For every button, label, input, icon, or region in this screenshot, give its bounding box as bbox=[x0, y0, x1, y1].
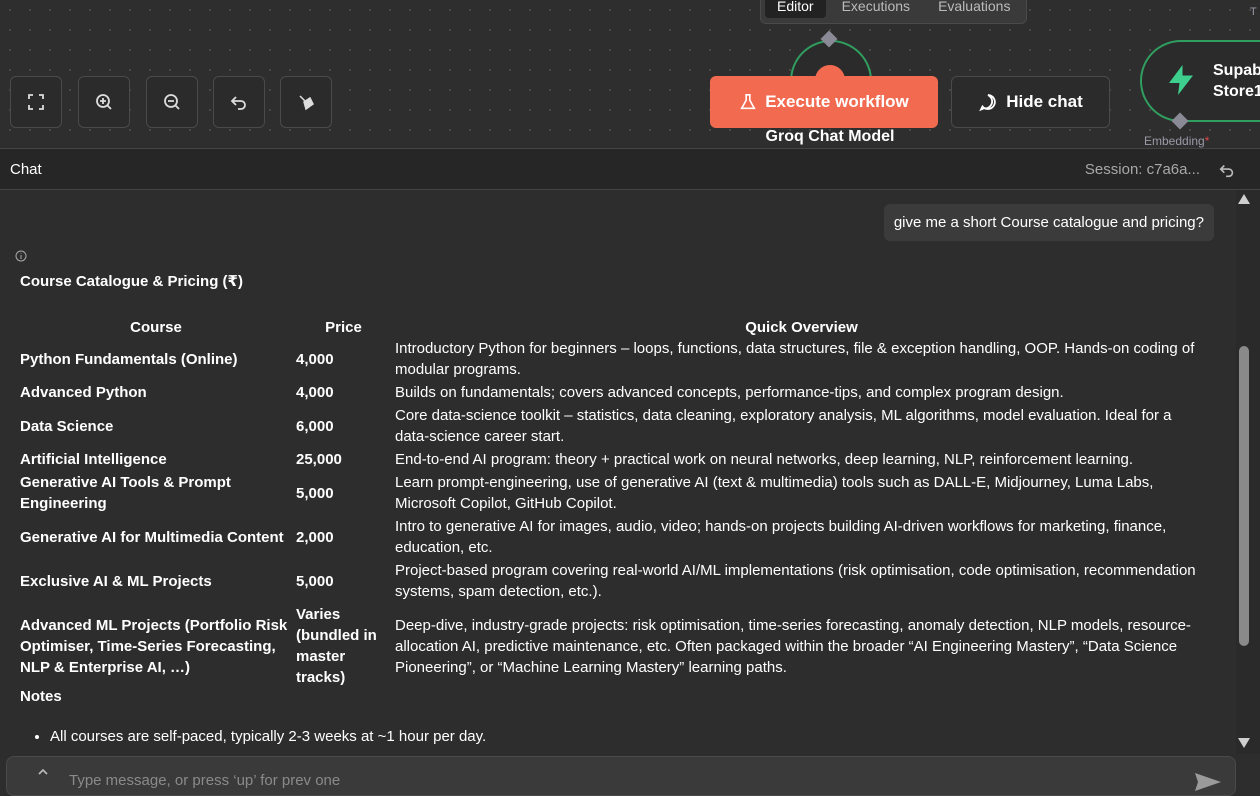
supabase-node-label-line1: Supab bbox=[1213, 62, 1260, 79]
list-item: All courses are self-paced, typically 2-… bbox=[50, 728, 486, 745]
undo-icon bbox=[230, 96, 246, 110]
hide-chat-label: Hide chat bbox=[1006, 92, 1083, 111]
required-marker: * bbox=[1204, 134, 1210, 148]
notes-list: All courses are self-paced, typically 2-… bbox=[20, 728, 486, 745]
node-label: Groq Chat Model bbox=[765, 128, 895, 145]
clean-up-icon bbox=[299, 95, 314, 111]
column-header-overview: Quick Overview bbox=[745, 319, 858, 336]
course-name: Data Science bbox=[20, 417, 114, 435]
session-id: Session: c7a6a... bbox=[1084, 161, 1200, 178]
reset-icon[interactable] bbox=[1218, 161, 1236, 179]
course-overview: Core data-science toolkit – statistics, … bbox=[395, 407, 1172, 445]
info-icon[interactable] bbox=[15, 250, 27, 262]
scroll-down-arrow[interactable] bbox=[1238, 738, 1250, 748]
course-price: 4,000 bbox=[296, 350, 334, 368]
course-table: Course Price Quick Overview Python Funda… bbox=[18, 318, 1210, 689]
table-row: Python Fundamentals (Online) 4,000 Intro… bbox=[18, 337, 1210, 381]
send-icon[interactable] bbox=[1193, 771, 1223, 793]
clean-up-button[interactable] bbox=[280, 76, 332, 128]
execute-workflow-label: Execute workflow bbox=[765, 92, 909, 111]
tab-editor[interactable]: Editor bbox=[765, 0, 826, 18]
course-price: 2,000 bbox=[296, 528, 334, 546]
offscreen-node-label: T bbox=[1250, 6, 1257, 18]
course-name: Python Fundamentals (Online) bbox=[20, 350, 238, 368]
column-header-price: Price bbox=[325, 319, 362, 336]
course-name: Generative AI for Multimedia Content bbox=[20, 528, 284, 546]
course-price: Varies (bundled in master tracks) bbox=[296, 606, 377, 686]
fit-view-icon bbox=[28, 94, 44, 110]
course-overview: End-to-end AI program: theory + practica… bbox=[395, 451, 1134, 468]
table-row: Advanced ML Projects (Portfolio Risk Opt… bbox=[18, 603, 1210, 689]
tab-evaluations[interactable]: Evaluations bbox=[926, 0, 1022, 18]
supabase-bolt-icon bbox=[1169, 65, 1193, 95]
supabase-node-label-line2: Store1 bbox=[1213, 83, 1260, 100]
workflow-canvas[interactable]: Editor Executions Evaluations Groq Chat … bbox=[0, 0, 1260, 148]
chat-input-bar bbox=[6, 756, 1236, 796]
hide-chat-button[interactable]: Hide chat bbox=[951, 76, 1110, 128]
course-name: Generative AI Tools & Prompt Engineering bbox=[20, 474, 231, 512]
undo-button[interactable] bbox=[213, 76, 265, 128]
chat-title: Chat bbox=[10, 161, 42, 178]
embedding-label-text: Embedding bbox=[1144, 134, 1205, 148]
zoom-out-button[interactable] bbox=[146, 76, 198, 128]
scrollbar-thumb[interactable] bbox=[1239, 346, 1249, 646]
zoom-in-button[interactable] bbox=[78, 76, 130, 128]
course-price: 5,000 bbox=[296, 572, 334, 590]
table-header-row: Course Price Quick Overview bbox=[18, 318, 1210, 337]
chat-messages[interactable]: give me a short Course catalogue and pri… bbox=[0, 190, 1236, 754]
zoom-in-icon bbox=[96, 94, 112, 110]
chat-header: Chat Session: c7a6a... bbox=[0, 148, 1260, 190]
table-row: Data Science 6,000 Core data-science too… bbox=[18, 404, 1210, 448]
course-price: 5,000 bbox=[296, 484, 334, 502]
course-name: Artificial Intelligence bbox=[20, 451, 167, 468]
embedding-label: Embedding* bbox=[1144, 134, 1209, 148]
table-row: Advanced Python 4,000 Builds on fundamen… bbox=[18, 381, 1210, 404]
fit-view-button[interactable] bbox=[10, 76, 62, 128]
user-message: give me a short Course catalogue and pri… bbox=[883, 204, 1214, 241]
course-overview: Learn prompt-engineering, use of generat… bbox=[395, 474, 1154, 512]
course-overview: Introductory Python for beginners – loop… bbox=[395, 340, 1195, 378]
view-tabs: Editor Executions Evaluations bbox=[760, 0, 1028, 24]
course-overview: Deep-dive, industry-grade projects: risk… bbox=[395, 616, 1191, 676]
course-name: Advanced ML Projects (Portfolio Risk Opt… bbox=[20, 616, 288, 676]
scroll-up-arrow[interactable] bbox=[1238, 194, 1250, 204]
execute-workflow-button[interactable]: Execute workflow bbox=[710, 76, 938, 128]
flask-icon bbox=[740, 93, 756, 110]
response-title: Course Catalogue & Pricing (₹) bbox=[20, 273, 243, 290]
column-header-course: Course bbox=[130, 319, 182, 336]
notes-title: Notes bbox=[20, 688, 62, 705]
table-row: Exclusive AI & ML Projects 5,000 Project… bbox=[18, 559, 1210, 603]
table-row: Generative AI for Multimedia Content 2,0… bbox=[18, 515, 1210, 559]
chat-bubble-icon bbox=[979, 94, 996, 112]
chat-message-input[interactable] bbox=[67, 771, 1171, 790]
course-price: 6,000 bbox=[296, 417, 334, 435]
table-row: Generative AI Tools & Prompt Engineering… bbox=[18, 471, 1210, 515]
tab-executions[interactable]: Executions bbox=[830, 0, 922, 18]
course-price: 25,000 bbox=[296, 451, 342, 468]
course-name: Advanced Python bbox=[20, 384, 147, 401]
course-overview: Project-based program covering real-worl… bbox=[395, 562, 1196, 600]
supabase-node-label: Supab Store1 bbox=[1213, 60, 1260, 102]
course-name: Exclusive AI & ML Projects bbox=[20, 572, 212, 590]
chevron-up-icon[interactable] bbox=[37, 767, 49, 777]
course-price: 4,000 bbox=[296, 384, 334, 401]
table-row: Artificial Intelligence 25,000 End-to-en… bbox=[18, 448, 1210, 471]
course-overview: Intro to generative AI for images, audio… bbox=[395, 518, 1167, 556]
zoom-out-icon bbox=[164, 94, 180, 110]
course-overview: Builds on fundamentals; covers advanced … bbox=[395, 384, 1064, 401]
